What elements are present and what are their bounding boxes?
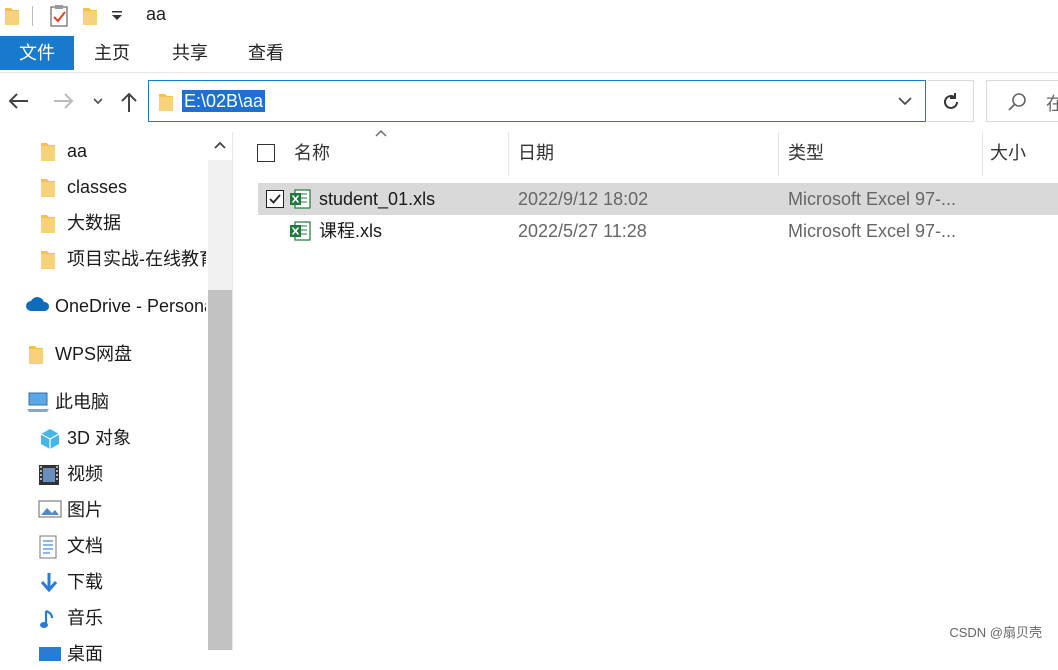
- documents-icon: [38, 535, 58, 559]
- new-folder-icon[interactable]: [82, 6, 98, 26]
- onedrive-icon: [25, 295, 51, 313]
- file-name[interactable]: student_01.xls: [319, 183, 435, 215]
- column-separator[interactable]: [508, 132, 509, 176]
- music-icon: [38, 607, 58, 631]
- file-type: Microsoft Excel 97-...: [788, 189, 957, 209]
- search-icon: [1006, 91, 1028, 113]
- table-row[interactable]: student_01.xls 2022/9/12 18:02 Microsoft…: [258, 183, 1058, 215]
- column-header-type[interactable]: 类型: [788, 138, 824, 168]
- forward-arrow-icon[interactable]: [50, 90, 76, 112]
- file-name[interactable]: 课程.xls: [319, 215, 382, 247]
- scrollbar-track[interactable]: [208, 160, 232, 290]
- sidebar-item-label[interactable]: 桌面: [67, 638, 206, 670]
- sidebar-item-label[interactable]: 图片: [67, 494, 206, 526]
- back-arrow-icon[interactable]: [6, 90, 32, 112]
- folder-icon: [158, 92, 174, 112]
- computer-icon: [25, 391, 51, 413]
- ribbon: [0, 36, 1058, 73]
- refresh-icon[interactable]: [940, 91, 962, 113]
- sidebar-item-label[interactable]: 视频: [67, 458, 206, 490]
- column-header-size[interactable]: 大小: [990, 138, 1026, 168]
- up-arrow-icon[interactable]: [118, 90, 140, 114]
- tab-home[interactable]: 主页: [82, 36, 142, 70]
- file-type: Microsoft Excel 97-...: [788, 221, 957, 241]
- window-title: aa: [146, 4, 167, 24]
- properties-icon[interactable]: [48, 4, 70, 28]
- watermark: CSDN @扇贝壳: [949, 625, 1042, 640]
- table-row[interactable]: 课程.xls 2022/5/27 11:28 Microsoft Excel 9…: [258, 215, 1058, 247]
- scrollbar-thumb[interactable]: [208, 290, 232, 650]
- tab-share[interactable]: 共享: [160, 36, 220, 70]
- toolbar-separator: [32, 6, 33, 26]
- address-history-chevron-icon[interactable]: [896, 94, 914, 108]
- column-header-name[interactable]: 名称: [294, 138, 330, 168]
- column-separator[interactable]: [982, 132, 983, 176]
- sidebar-item-label[interactable]: 音乐: [67, 602, 206, 634]
- file-date: 2022/5/27 11:28: [518, 221, 647, 241]
- customize-toolbar-chevron-icon[interactable]: [110, 8, 124, 24]
- sort-ascending-chevron-icon: [374, 128, 388, 138]
- folder-icon: [40, 176, 56, 198]
- column-header-date[interactable]: 日期: [518, 138, 554, 168]
- pictures-icon: [38, 499, 62, 519]
- recent-locations-chevron-icon[interactable]: [90, 94, 106, 108]
- tab-view[interactable]: 查看: [236, 36, 296, 70]
- sidebar-item-label[interactable]: 文档: [67, 530, 206, 562]
- sidebar-item-label[interactable]: 此电脑: [55, 386, 206, 418]
- desktop-icon: [38, 643, 62, 665]
- folder-icon: [40, 212, 56, 234]
- select-all-checkbox[interactable]: [257, 144, 275, 162]
- column-separator[interactable]: [778, 132, 779, 176]
- sidebar-item-label[interactable]: 项目实战-在线教育: [67, 243, 206, 275]
- pane-divider: [232, 132, 233, 650]
- folder-icon: [40, 248, 56, 270]
- video-icon: [38, 463, 60, 487]
- scroll-up-chevron-icon[interactable]: [212, 138, 228, 152]
- file-date: 2022/9/12 18:02: [518, 189, 649, 209]
- sidebar-item-label[interactable]: classes: [67, 171, 206, 203]
- download-icon: [38, 571, 60, 595]
- folder-icon: [28, 343, 44, 365]
- sidebar-item-label[interactable]: 大数据: [67, 207, 206, 239]
- sidebar-item-label[interactable]: OneDrive - Personal: [55, 290, 206, 322]
- folder-icon: [4, 6, 20, 26]
- 3d-objects-icon: [38, 427, 62, 451]
- tab-file[interactable]: 文件: [0, 36, 74, 70]
- excel-file-icon: [289, 221, 311, 241]
- address-path[interactable]: E:\02B\aa: [182, 90, 266, 112]
- sidebar-item-label[interactable]: WPS网盘: [55, 338, 206, 370]
- sidebar-item-label[interactable]: 下载: [67, 566, 206, 598]
- folder-icon: [40, 140, 56, 162]
- excel-file-icon: [289, 189, 311, 209]
- search-placeholder: 在: [1046, 94, 1058, 114]
- sidebar-item-label[interactable]: aa: [67, 135, 206, 167]
- sidebar-item-label[interactable]: 3D 对象: [67, 422, 206, 454]
- row-checkbox[interactable]: [266, 190, 284, 208]
